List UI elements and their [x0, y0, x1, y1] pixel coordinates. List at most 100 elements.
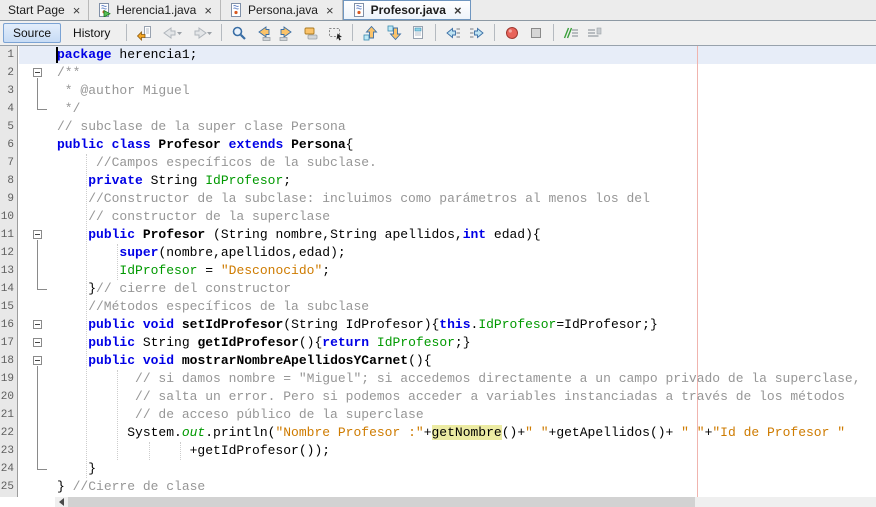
scrollbar-thumb[interactable]	[68, 497, 695, 507]
find-previous-occurrence-icon[interactable]	[252, 22, 274, 43]
line-number-gutter[interactable]: 1234567891011121314151617181920212223242…	[0, 46, 18, 497]
code-line[interactable]: System.out.println("Nombre Profesor :"+g…	[0, 424, 876, 442]
stop-macro-recording-icon[interactable]	[525, 22, 547, 43]
fold-column	[19, 46, 56, 497]
shift-line-right-icon[interactable]	[466, 22, 488, 43]
scroll-left-arrow-icon[interactable]	[55, 497, 68, 507]
line-number: 4	[0, 100, 17, 118]
code-line[interactable]: //Constructor de la subclase: incluimos …	[0, 190, 876, 208]
code-token: }	[57, 281, 96, 296]
fold-toggle-icon[interactable]	[33, 230, 42, 239]
fold-scope-end	[37, 289, 47, 290]
code-token: Profesor	[158, 137, 228, 152]
code-token: //Campos específicos de la subclase.	[57, 155, 377, 170]
code-token	[369, 335, 377, 350]
code-line[interactable]: //Métodos específicos de la subclase	[0, 298, 876, 316]
find-next-occurrence-icon[interactable]	[276, 22, 298, 43]
code-token: +getIdProfesor());	[57, 443, 330, 458]
jump-back-icon[interactable]	[157, 22, 185, 43]
line-number: 7	[0, 154, 17, 172]
code-line[interactable]: //Campos específicos de la subclase.	[0, 154, 876, 172]
code-token: Profesor	[143, 227, 213, 242]
fold-scope-line	[37, 78, 38, 109]
find-selection-icon[interactable]	[228, 22, 250, 43]
line-number: 12	[0, 244, 17, 262]
source-view-button[interactable]: Source	[3, 23, 61, 43]
code-line[interactable]: */	[0, 100, 876, 118]
code-token: IdProfesor	[205, 173, 283, 188]
tab-label: Herencia1.java	[116, 3, 196, 17]
tab-label: Profesor.java	[371, 3, 446, 17]
shift-line-left-icon[interactable]	[442, 22, 464, 43]
close-icon[interactable]: ×	[73, 4, 81, 17]
code-line[interactable]: } //Cierre de clase	[0, 478, 876, 496]
tab-label: Start Page	[8, 3, 65, 17]
line-number: 10	[0, 208, 17, 226]
code-token: String	[143, 173, 205, 188]
code-line[interactable]: package herencia1;	[0, 46, 876, 64]
tab-start-page[interactable]: Start Page ×	[0, 0, 89, 20]
close-icon[interactable]: ×	[204, 4, 212, 17]
code-token: ;	[322, 263, 330, 278]
next-bookmark-icon[interactable]	[383, 22, 405, 43]
fold-toggle-icon[interactable]	[33, 338, 42, 347]
java-class-icon	[229, 3, 243, 17]
toggle-highlight-search-icon[interactable]	[300, 22, 322, 43]
code-token: int	[463, 227, 486, 242]
tab-label: Persona.java	[248, 3, 318, 17]
code-line[interactable]: public void mostrarNombreApellidosYCarne…	[0, 352, 876, 370]
code-line[interactable]: super(nombre,apellidos,edad);	[0, 244, 876, 262]
code-line[interactable]: IdProfesor = "Desconocido";	[0, 262, 876, 280]
jump-forward-icon[interactable]	[187, 22, 215, 43]
start-macro-recording-icon[interactable]	[501, 22, 523, 43]
uncomment-icon[interactable]	[584, 22, 606, 43]
last-edit-position-icon[interactable]	[133, 22, 155, 43]
code-line[interactable]: +getIdProfesor());	[0, 442, 876, 460]
code-line[interactable]: public void setIdProfesor(String IdProfe…	[0, 316, 876, 334]
tab-herencia1-java[interactable]: Herencia1.java ×	[89, 0, 221, 20]
tab-persona-java[interactable]: Persona.java ×	[221, 0, 343, 20]
fold-toggle-icon[interactable]	[33, 356, 42, 365]
line-number: 11	[0, 226, 17, 244]
line-number: 20	[0, 388, 17, 406]
tab-profesor-java[interactable]: Profesor.java ×	[343, 0, 471, 20]
code-line[interactable]: public Profesor (String nombre,String ap…	[0, 226, 876, 244]
close-icon[interactable]: ×	[454, 4, 462, 17]
code-line[interactable]: public class Profesor extends Persona{	[0, 136, 876, 154]
history-view-button[interactable]: History	[63, 23, 120, 43]
horizontal-scrollbar	[0, 497, 876, 507]
code-line[interactable]: // de acceso público de la superclase	[0, 406, 876, 424]
toggle-rectangular-selection-icon[interactable]	[324, 22, 346, 43]
line-number: 21	[0, 406, 17, 424]
code-line[interactable]: // constructor de la superclase	[0, 208, 876, 226]
comment-icon[interactable]	[560, 22, 582, 43]
code-line[interactable]: public String getIdProfesor(){return IdP…	[0, 334, 876, 352]
code-token: +getApellidos()+	[549, 425, 682, 440]
code-line[interactable]: }	[0, 460, 876, 478]
code-line[interactable]: private String IdProfesor;	[0, 172, 876, 190]
fold-toggle-icon[interactable]	[33, 68, 42, 77]
previous-bookmark-icon[interactable]	[359, 22, 381, 43]
code-line[interactable]: /**	[0, 64, 876, 82]
code-lines: package herencia1;/** * @author Miguel *…	[0, 46, 876, 496]
code-token	[57, 263, 119, 278]
toolbar-separator	[494, 24, 495, 41]
close-icon[interactable]: ×	[326, 4, 334, 17]
code-line[interactable]: // si damos nombre = "Miguel"; si accede…	[0, 370, 876, 388]
code-line[interactable]: // subclase de la super clase Persona	[0, 118, 876, 136]
code-token: //Constructor de la subclase: incluimos …	[57, 191, 650, 206]
fold-toggle-icon[interactable]	[33, 320, 42, 329]
code-token: System.	[57, 425, 182, 440]
toggle-bookmark-icon[interactable]	[407, 22, 429, 43]
code-area[interactable]: package herencia1;/** * @author Miguel *…	[0, 46, 876, 497]
line-number: 13	[0, 262, 17, 280]
code-token: "Id de Profesor "	[712, 425, 845, 440]
code-line[interactable]: // salta un error. Pero si podemos acced…	[0, 388, 876, 406]
code-token: Persona	[291, 137, 346, 152]
code-line[interactable]: * @author Miguel	[0, 82, 876, 100]
code-line[interactable]: }// cierre del constructor	[0, 280, 876, 298]
editor-toolbar: Source History	[0, 21, 876, 46]
code-token: ;	[283, 173, 291, 188]
scrollbar-track[interactable]	[55, 497, 876, 507]
line-number: 1	[0, 46, 17, 64]
